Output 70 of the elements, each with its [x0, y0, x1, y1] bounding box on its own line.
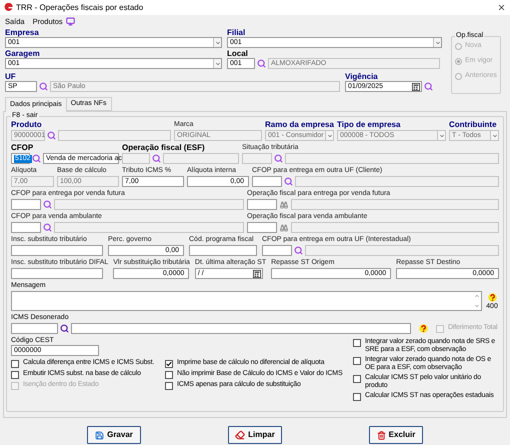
field-label: Produto	[11, 120, 43, 129]
search-icon[interactable]	[43, 200, 52, 209]
scroll-down-icon[interactable]	[474, 303, 480, 309]
caret-icon	[214, 60, 220, 66]
checkbox[interactable]	[165, 382, 173, 390]
checkbox[interactable]	[11, 360, 19, 368]
caret-icon	[492, 132, 498, 138]
caret-icon	[438, 132, 444, 138]
help-icon[interactable]	[488, 293, 496, 302]
field-label: CFOP	[11, 143, 34, 152]
caret-icon	[434, 40, 440, 46]
input-field[interactable]	[262, 245, 292, 256]
field-label: Empresa	[5, 28, 40, 37]
field-label: Tipo de empresa	[337, 120, 402, 129]
search-icon[interactable]	[424, 82, 433, 91]
input-field[interactable]	[252, 176, 282, 187]
search-icon[interactable]	[274, 154, 283, 163]
search-icon[interactable]	[152, 154, 161, 163]
input-field[interactable]	[71, 323, 411, 334]
search-icon[interactable]	[32, 154, 41, 163]
field-label: Ramo da empresa	[265, 120, 334, 129]
monitor-icon[interactable]	[66, 17, 75, 26]
trash-icon	[376, 430, 386, 440]
checkbox[interactable]	[353, 339, 361, 347]
field-label: Garagem	[5, 49, 41, 58]
delete-button[interactable]: Excluir	[369, 426, 423, 444]
window-title: TRR - Operações fiscais por estado	[16, 3, 144, 12]
save-icon	[95, 430, 104, 440]
field-label: Filial	[227, 28, 246, 37]
search-icon[interactable]	[47, 131, 56, 140]
help-icon[interactable]	[419, 324, 428, 333]
input-field[interactable]	[11, 268, 103, 279]
search-icon[interactable]	[43, 223, 52, 232]
scroll-up-icon[interactable]	[474, 293, 480, 299]
field-label: UF	[5, 72, 17, 81]
checkbox[interactable]	[353, 375, 361, 383]
field-label: Operação fiscal (ESF)	[122, 143, 206, 152]
search-icon[interactable]	[60, 324, 69, 333]
message-field[interactable]	[11, 291, 482, 311]
search-icon[interactable]	[284, 177, 293, 186]
caret-icon	[214, 40, 220, 46]
field-label: Contribuinte	[449, 120, 498, 129]
app-logo	[4, 3, 13, 12]
eraser-icon	[235, 430, 246, 440]
search-icon[interactable]	[257, 59, 266, 68]
calendar-icon[interactable]	[412, 82, 420, 90]
input-field[interactable]	[247, 222, 277, 233]
checkbox[interactable]	[165, 360, 173, 368]
field-label: Local	[227, 49, 249, 58]
calendar-icon[interactable]	[252, 270, 261, 278]
checkbox[interactable]	[353, 393, 361, 401]
input-field[interactable]	[11, 222, 41, 233]
save-button[interactable]: Gravar	[87, 426, 141, 444]
search-icon[interactable]	[39, 82, 48, 91]
clear-button[interactable]: Limpar	[228, 426, 282, 444]
input-field[interactable]	[11, 323, 58, 334]
input-field[interactable]	[189, 245, 257, 256]
caret-icon	[326, 132, 332, 138]
checkbox[interactable]	[353, 357, 361, 365]
checkbox[interactable]	[11, 371, 19, 379]
checkbox[interactable]	[165, 371, 173, 379]
input-field[interactable]	[11, 245, 103, 256]
input-field[interactable]	[247, 199, 277, 210]
binoculars-icon[interactable]	[280, 200, 288, 208]
close-icon[interactable]	[497, 3, 506, 12]
input-field[interactable]	[11, 199, 41, 210]
binoculars-icon[interactable]	[280, 224, 288, 232]
field-label: Vigência	[345, 72, 379, 81]
scrollbar[interactable]	[473, 292, 481, 310]
search-icon[interactable]	[294, 246, 303, 255]
